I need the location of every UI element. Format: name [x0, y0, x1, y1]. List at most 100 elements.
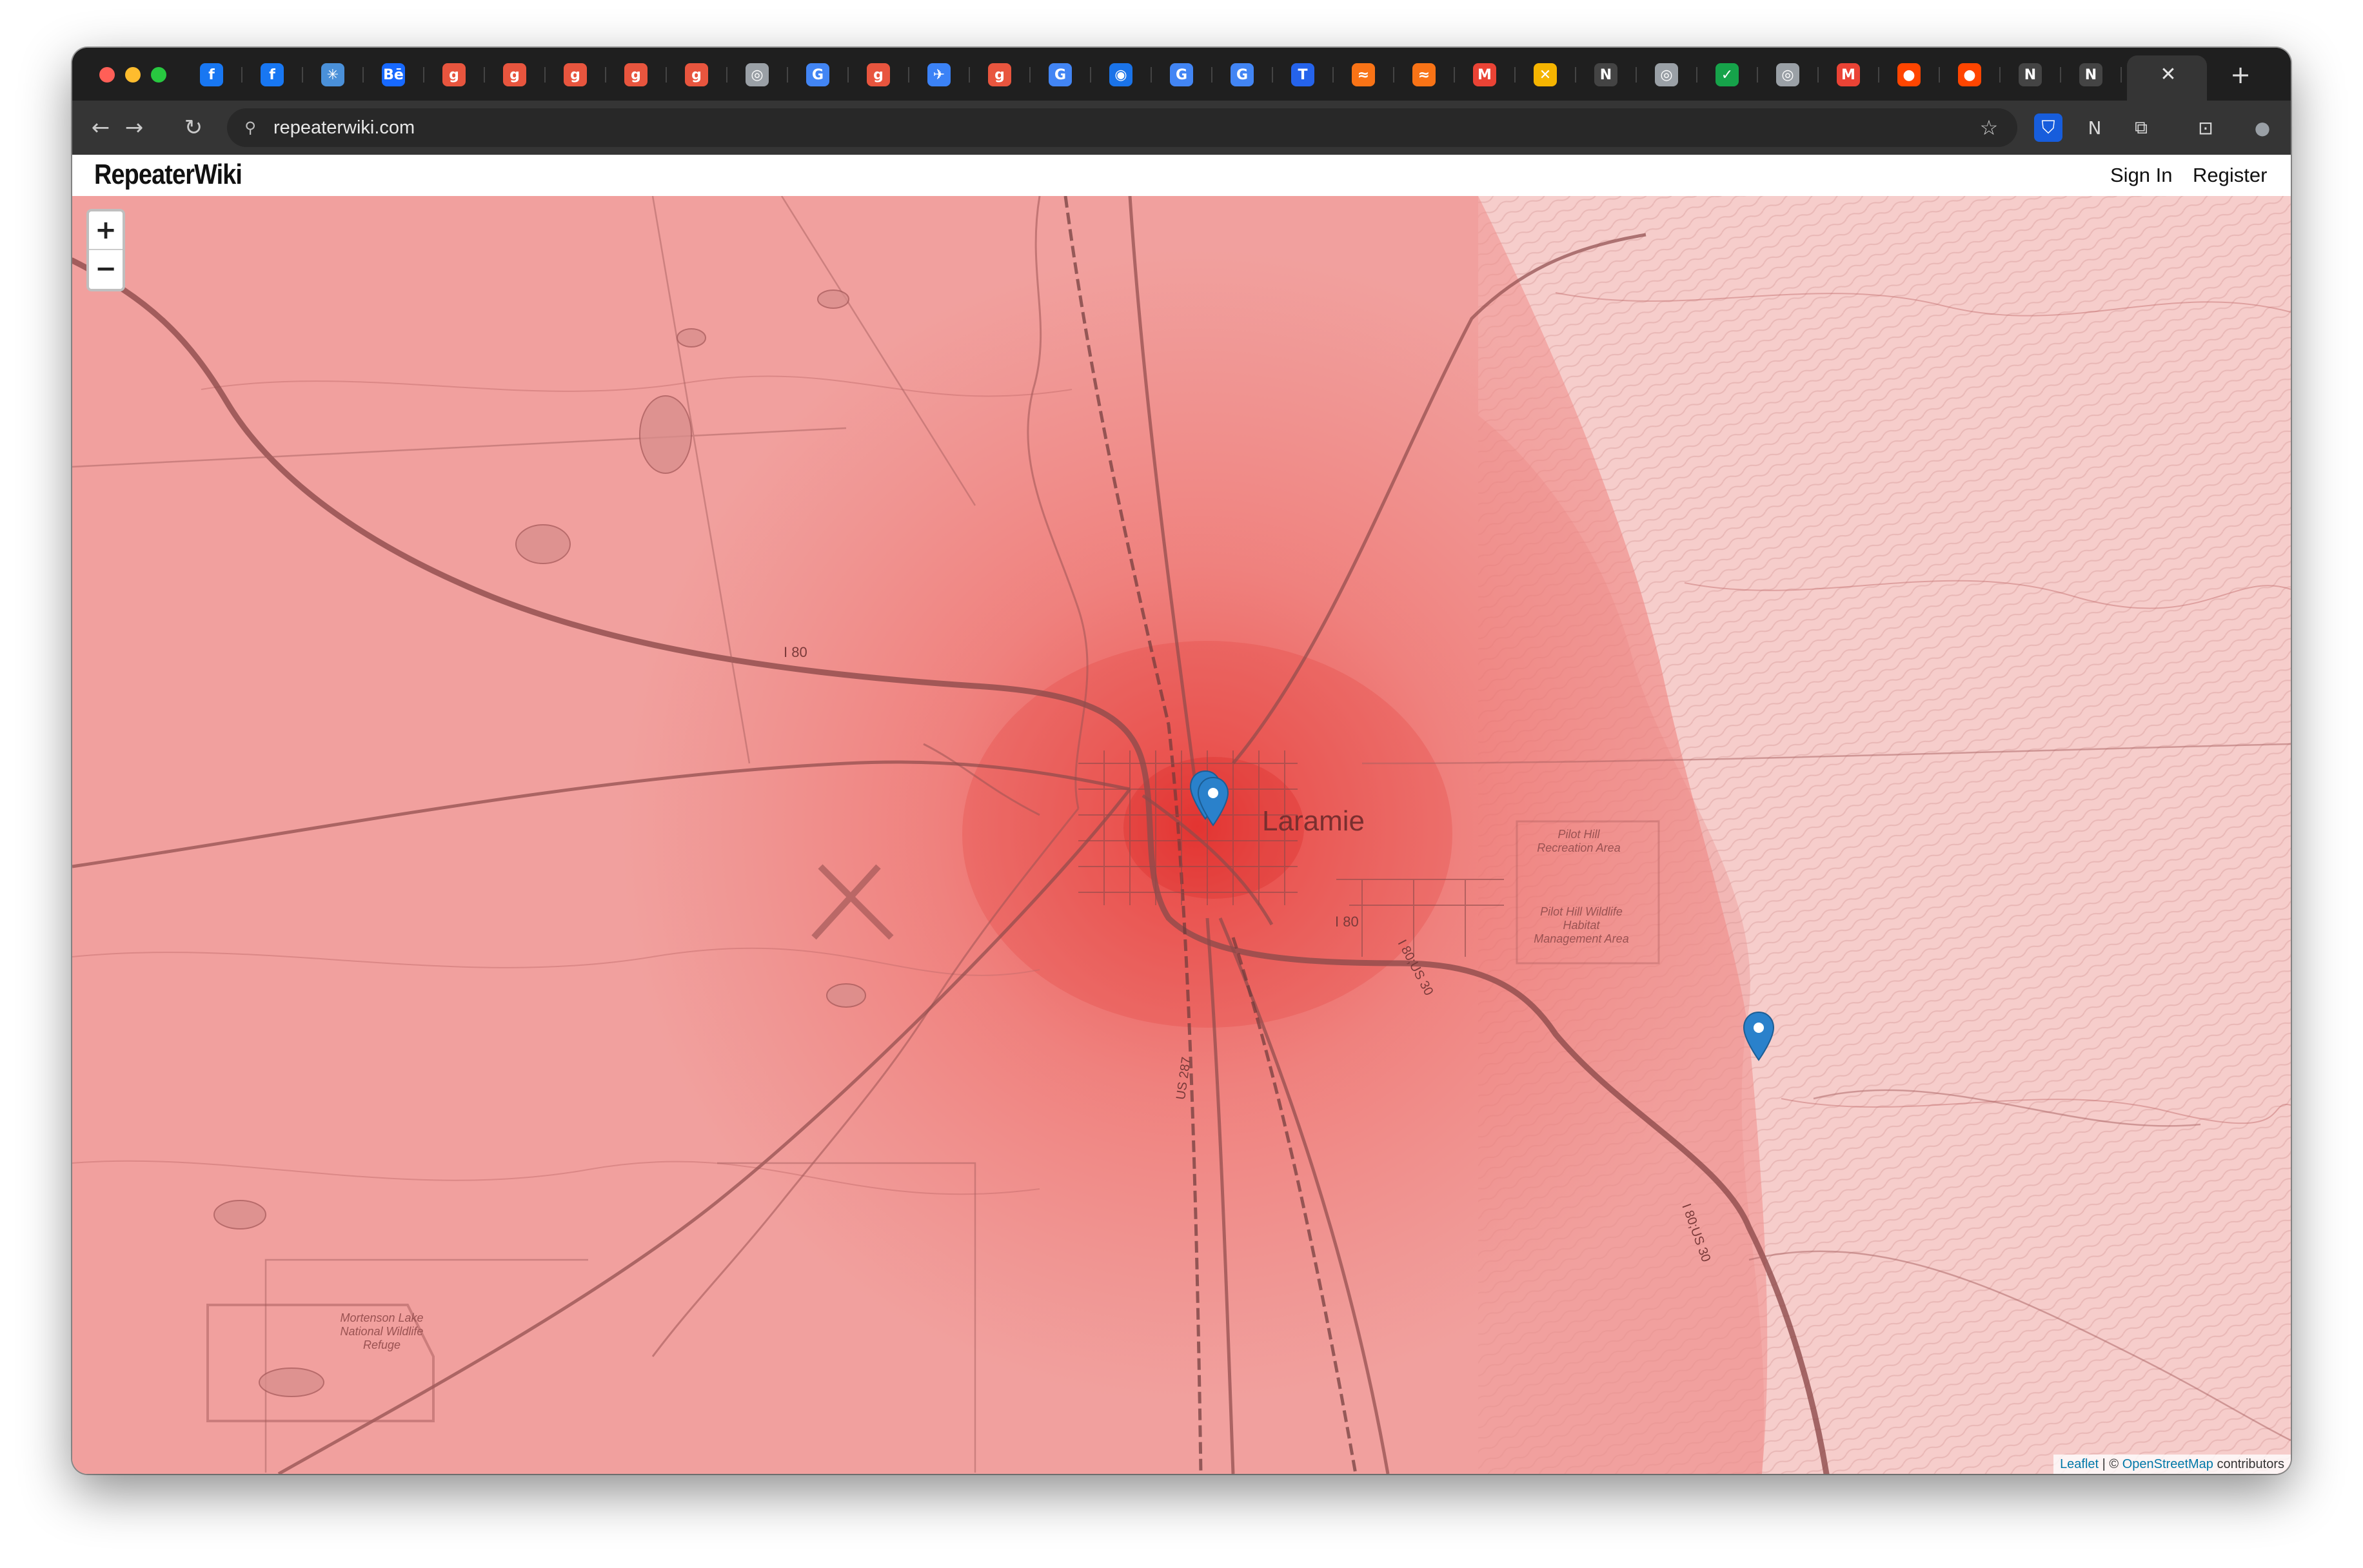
tab-separator — [726, 67, 727, 83]
zoom-out-button[interactable]: − — [89, 250, 123, 289]
puzzle-icon[interactable]: ⧉ — [2127, 113, 2155, 142]
leaflet-link[interactable]: Leaflet — [2060, 1457, 2099, 1471]
area-label-line: National Wildlife — [340, 1325, 424, 1338]
address-bar[interactable]: ⚲ repeaterwiki.com ☆ — [227, 108, 2017, 147]
map-tiles — [72, 196, 2291, 1474]
minimize-window-button[interactable] — [125, 67, 141, 83]
tab-separator — [1757, 67, 1758, 83]
g-app-icon[interactable]: g — [503, 63, 526, 86]
back-button[interactable]: ← — [86, 113, 115, 142]
area-label-line: Habitat — [1563, 919, 1600, 932]
openstreetmap-link[interactable]: OpenStreetMap — [2122, 1457, 2213, 1471]
register-link[interactable]: Register — [2193, 164, 2267, 187]
yellow-app-icon[interactable]: ✕ — [1534, 63, 1557, 86]
tab-separator — [787, 67, 788, 83]
notion-icon[interactable]: N — [2079, 63, 2102, 86]
reddit-icon[interactable]: ● — [1958, 63, 1981, 86]
chrome-icon[interactable]: ◎ — [1776, 63, 1799, 86]
attribution-separator: | © — [2099, 1457, 2122, 1471]
reload-button[interactable]: ↻ — [179, 113, 208, 142]
reddit-icon[interactable]: ● — [1897, 63, 1921, 86]
bitwarden-icon[interactable]: ⛉ — [2034, 113, 2062, 142]
attribution-suffix: contributors — [2213, 1457, 2284, 1471]
sidepanel-icon[interactable]: ⊡ — [2191, 113, 2220, 142]
notion-icon[interactable]: N — [2019, 63, 2042, 86]
web-icon[interactable]: ✳ — [321, 63, 344, 86]
google-icon[interactable]: G — [806, 63, 829, 86]
behance-icon[interactable]: Bē — [382, 63, 405, 86]
tab-separator — [1514, 67, 1516, 83]
profile-avatar-icon[interactable]: ● — [2248, 113, 2277, 142]
tab-separator — [1999, 67, 2001, 83]
tab-separator — [1939, 67, 1940, 83]
tab-separator — [605, 67, 606, 83]
map-attribution: Leaflet | © OpenStreetMap contributors — [2053, 1455, 2291, 1474]
tab-separator — [1575, 67, 1576, 83]
facebook-icon[interactable]: f — [200, 63, 223, 86]
tab-separator — [1090, 67, 1091, 83]
tab-separator — [847, 67, 849, 83]
sign-in-link[interactable]: Sign In — [2110, 164, 2173, 187]
area-label-line: Refuge — [362, 1338, 401, 1351]
coverage-map[interactable]: Laramie I 80 I 80 I 80;US 30 I 80;US 30 … — [72, 196, 2291, 1474]
tab-separator — [1332, 67, 1334, 83]
site-logo[interactable]: RepeaterWiki — [94, 159, 242, 191]
chrome-icon[interactable]: ◎ — [746, 63, 769, 86]
tab-separator — [2121, 67, 2122, 83]
g-app-icon[interactable]: g — [442, 63, 466, 86]
tab-strip: f f ✳ Bē g g g g g ◎ Gg ✈ g G ◉ G G T ≈ ≈ M ✕ N ◎ ✓ ◎ M ● ● N N ✕ + — [72, 48, 2291, 101]
tab-separator — [1454, 67, 1455, 83]
address-url[interactable]: repeaterwiki.com — [273, 117, 415, 138]
map-marker-icon[interactable] — [1197, 776, 1229, 828]
g-app-icon[interactable]: g — [988, 63, 1011, 86]
t-app-icon[interactable]: T — [1291, 63, 1314, 86]
area-label-line: Pilot Hill Wildlife — [1540, 905, 1623, 918]
tab-separator — [2060, 67, 2061, 83]
gmail-icon[interactable]: M — [1473, 63, 1496, 86]
chrome-icon[interactable]: ◎ — [1655, 63, 1678, 86]
area-label-pilot-hill-rec: Pilot Hill Recreation Area — [1527, 828, 1630, 855]
orange-app-icon[interactable]: ≈ — [1352, 63, 1375, 86]
orange-app-icon[interactable]: ≈ — [1412, 63, 1436, 86]
check-icon[interactable]: ✓ — [1715, 63, 1739, 86]
tab-separator — [1696, 67, 1697, 83]
bookmark-star-icon[interactable]: ☆ — [1976, 115, 2002, 141]
bird-icon[interactable]: ✈ — [927, 63, 951, 86]
new-tab-button[interactable]: + — [2226, 61, 2255, 89]
tab-separator — [1393, 67, 1394, 83]
gmail-icon[interactable]: M — [1837, 63, 1860, 86]
notion-icon[interactable]: N — [2081, 113, 2109, 142]
tab-separator — [1211, 67, 1212, 83]
tab-separator — [423, 67, 424, 83]
highway-label-i80-east: I 80 — [1335, 914, 1359, 930]
maximize-window-button[interactable] — [151, 67, 166, 83]
site-info-icon[interactable]: ⚲ — [240, 117, 261, 138]
tab-separator — [544, 67, 546, 83]
tab-separator — [666, 67, 667, 83]
close-tab-icon[interactable]: ✕ — [2155, 62, 2181, 88]
google-icon[interactable]: G — [1049, 63, 1072, 86]
area-label-line: Mortenson Lake — [340, 1311, 424, 1324]
tab-separator — [362, 67, 364, 83]
tab-separator — [969, 67, 970, 83]
g-app-icon[interactable]: g — [867, 63, 890, 86]
highway-label-i80-west: I 80 — [784, 644, 807, 660]
blue-app-icon[interactable]: ◉ — [1109, 63, 1132, 86]
notion-icon[interactable]: N — [1594, 63, 1617, 86]
facebook-icon[interactable]: f — [261, 63, 284, 86]
map-marker-icon[interactable] — [1743, 1011, 1775, 1063]
g-app-icon[interactable]: g — [564, 63, 587, 86]
site-header: RepeaterWiki Sign In Register — [72, 155, 2291, 196]
g-app-icon[interactable]: g — [624, 63, 648, 86]
tab-separator — [302, 67, 303, 83]
area-label-pilot-hill-wma: Pilot Hill Wildlife Habitat Management A… — [1517, 905, 1646, 946]
google-icon[interactable]: G — [1231, 63, 1254, 86]
close-window-button[interactable] — [99, 67, 115, 83]
forward-button[interactable]: → — [120, 113, 148, 142]
tab-separator — [1151, 67, 1152, 83]
google-icon[interactable]: G — [1170, 63, 1193, 86]
zoom-in-button[interactable]: + — [89, 211, 123, 250]
city-label-laramie: Laramie — [1262, 805, 1365, 837]
g-app-icon[interactable]: g — [685, 63, 708, 86]
browser-toolbar: ← → ↻ ⚲ repeaterwiki.com ☆ ⛉ N ⧉ ⊡ ● — [72, 101, 2291, 155]
